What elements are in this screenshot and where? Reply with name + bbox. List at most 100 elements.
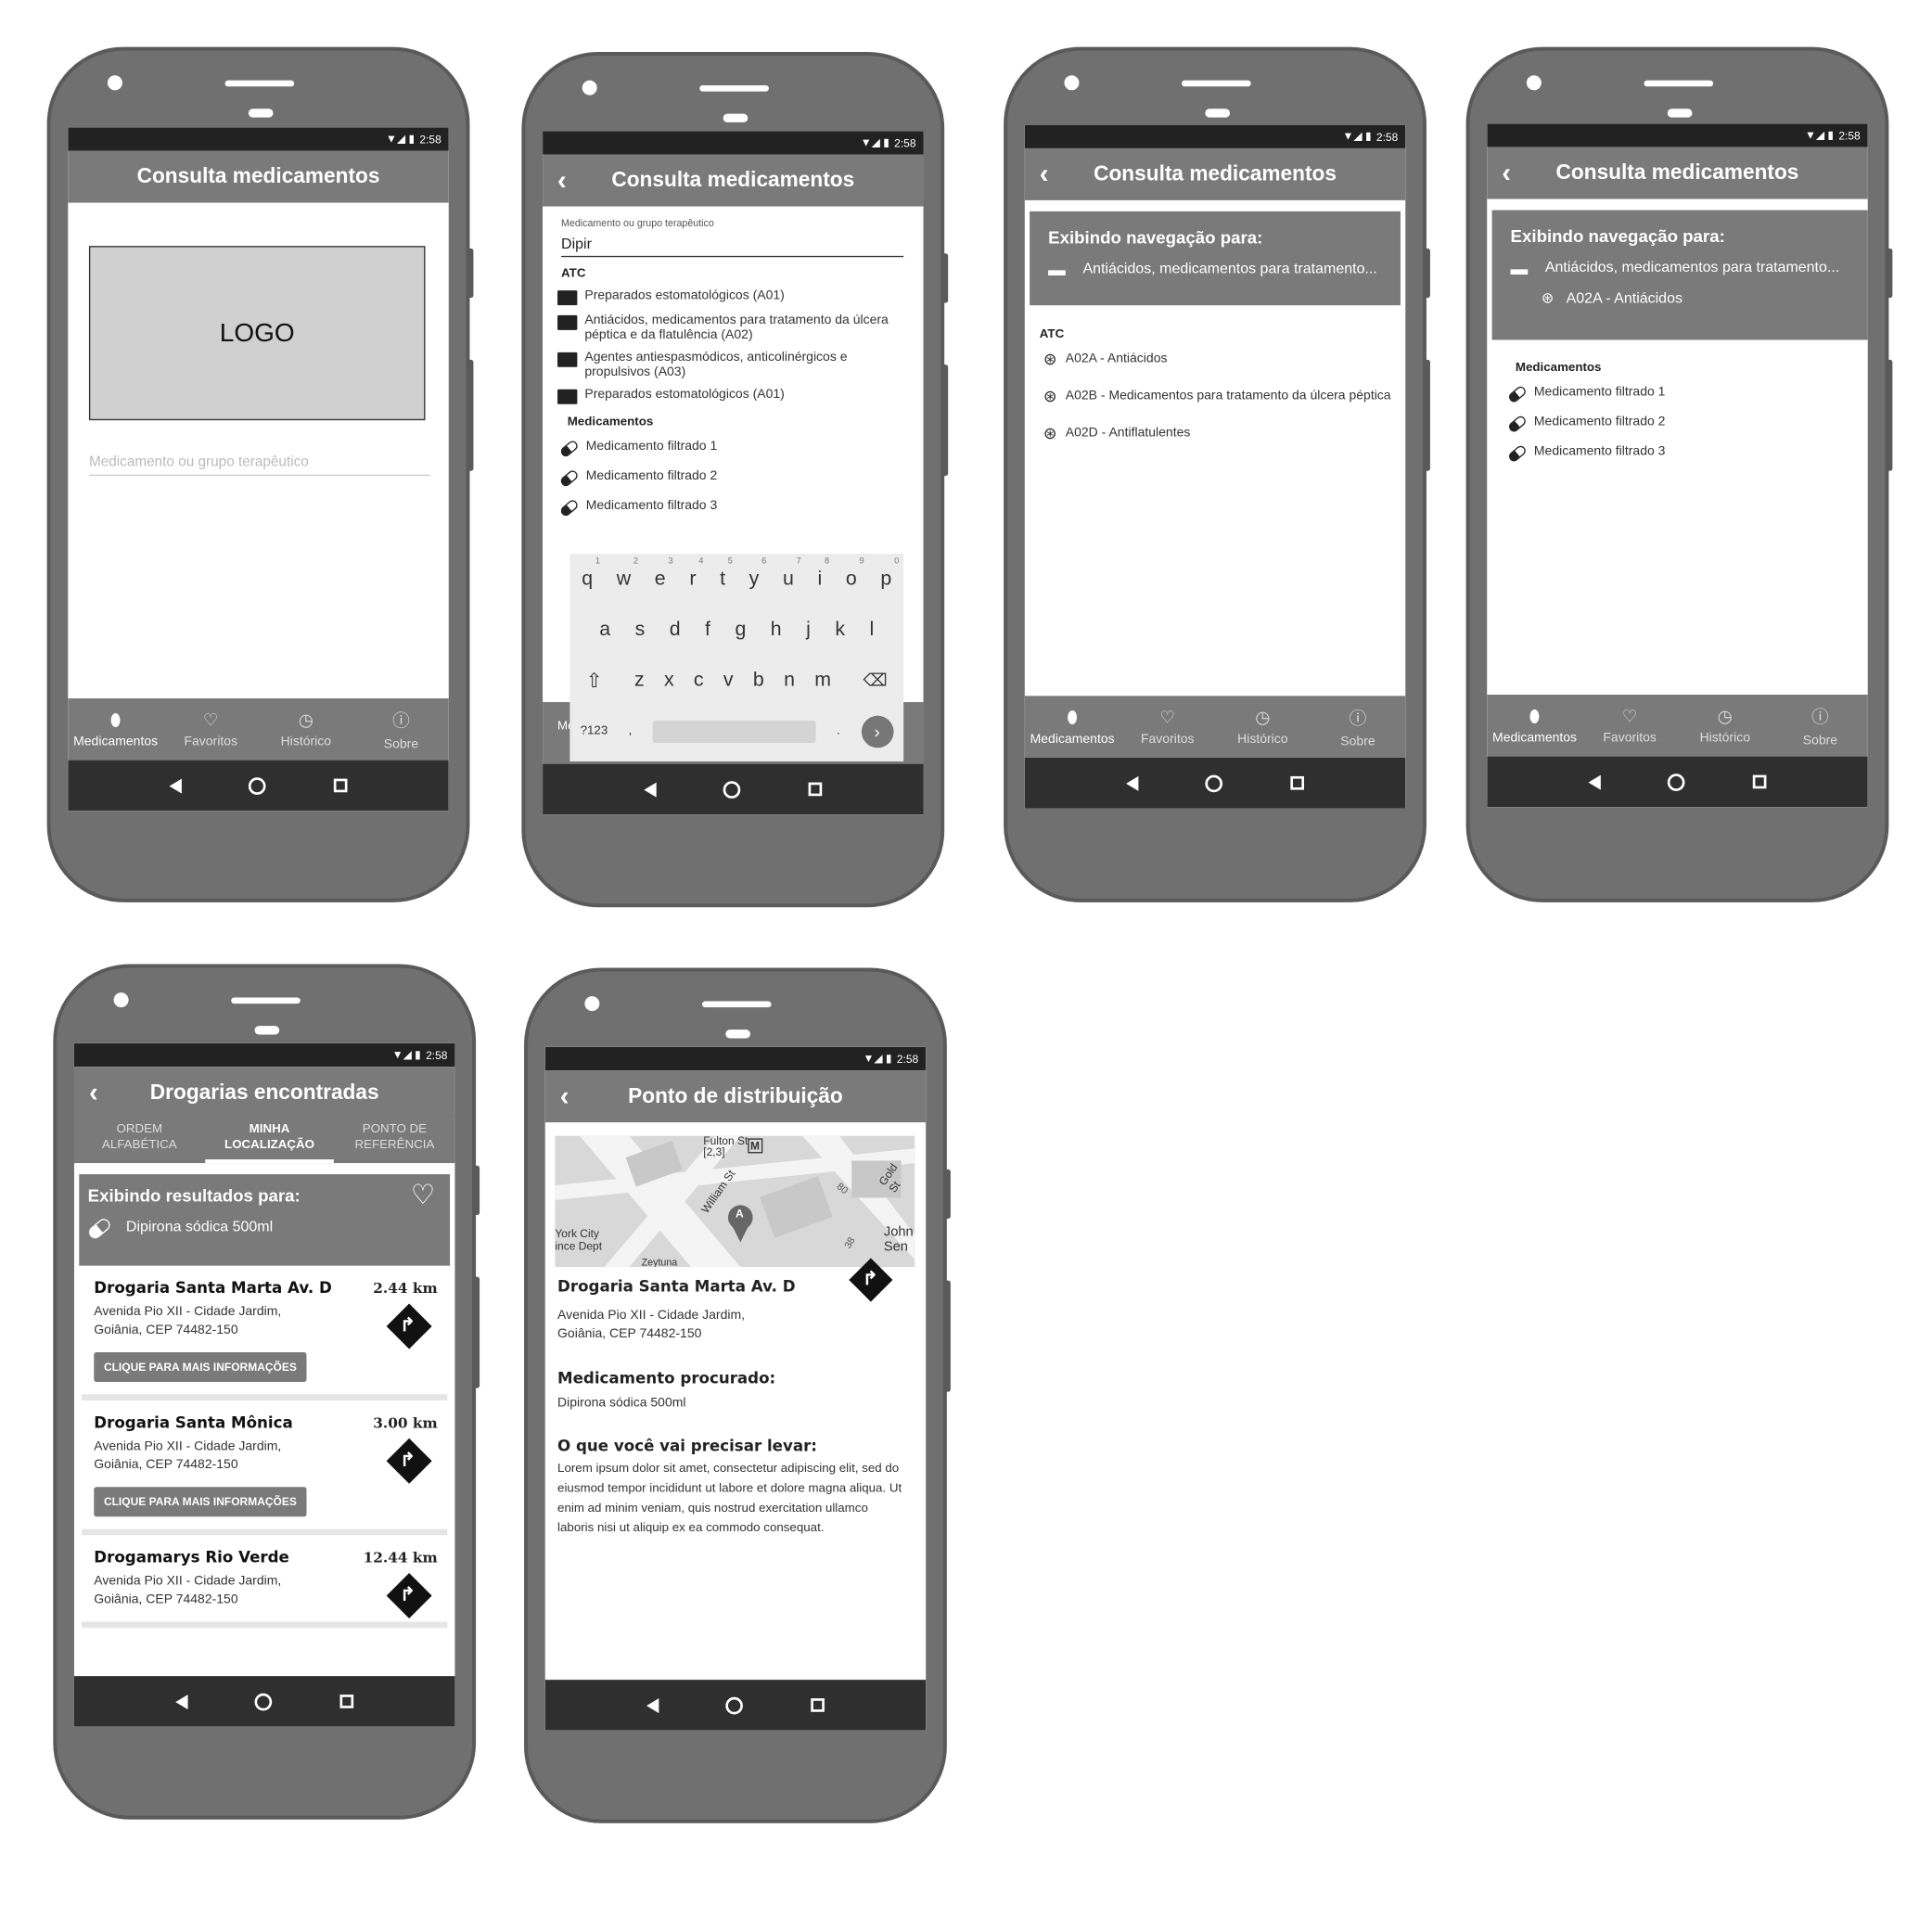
key-f[interactable]: f bbox=[705, 619, 710, 641]
shift-key[interactable]: ⇧ bbox=[586, 668, 603, 693]
key-i[interactable]: i8 bbox=[817, 556, 829, 590]
nav-folder[interactable]: ▬ Antiácidos, medicamentos para tratament… bbox=[1511, 259, 1868, 278]
recents-icon[interactable] bbox=[808, 782, 822, 797]
navigation-context: Exibindo navegação para: ▬ Antiácidos, me… bbox=[1030, 211, 1401, 306]
key-y[interactable]: y6 bbox=[749, 556, 767, 590]
map-view[interactable]: Fulton St [2,3] M William St 80 Gold St … bbox=[555, 1135, 915, 1268]
med-item[interactable]: Medicamento filtrado 1 bbox=[1506, 384, 1868, 404]
period-key[interactable]: . bbox=[837, 724, 840, 738]
key-w[interactable]: w2 bbox=[617, 556, 638, 590]
key-x[interactable]: x bbox=[664, 670, 674, 692]
atc-item[interactable]: Preparados estomatológicos (A01) bbox=[555, 288, 906, 306]
back-arrow-icon[interactable]: ‹ bbox=[89, 1077, 98, 1109]
key-q[interactable]: q1 bbox=[582, 556, 600, 590]
key-e[interactable]: e3 bbox=[655, 556, 673, 590]
back-arrow-icon[interactable]: ‹ bbox=[560, 1081, 569, 1113]
med-item[interactable]: Medicamento filtrado 3 bbox=[1506, 443, 1868, 464]
nav-label: Histórico bbox=[1237, 731, 1288, 747]
backspace-key[interactable]: ⌫ bbox=[864, 670, 888, 691]
nav-historico[interactable]: ◷ Histórico bbox=[1677, 695, 1772, 757]
nav-historico[interactable]: ◷ Histórico bbox=[259, 698, 354, 761]
home-icon[interactable] bbox=[255, 1693, 273, 1710]
more-info-button[interactable]: CLIQUE PARA MAIS INFORMAÇÕES bbox=[94, 1351, 307, 1382]
keyboard-letters: zxcvbnm bbox=[634, 670, 831, 692]
atc-item[interactable]: Preparados estomatológicos (A01) bbox=[555, 387, 906, 404]
nav-medicamentos[interactable]: ⬮ Medicamentos bbox=[1025, 696, 1120, 758]
nav-sobre[interactable]: ⓘ Sobre bbox=[353, 698, 449, 761]
atc-item[interactable]: Antiácidos, medicamentos para tratamento… bbox=[555, 313, 906, 342]
recents-icon[interactable] bbox=[333, 778, 348, 793]
med-item[interactable]: Medicamento filtrado 1 bbox=[558, 439, 906, 459]
atc-item-label: A02A - Antiácidos bbox=[1065, 351, 1168, 366]
back-icon[interactable] bbox=[644, 781, 657, 797]
home-icon[interactable] bbox=[723, 780, 741, 799]
nav-sobre[interactable]: ⓘ Sobre bbox=[1772, 695, 1868, 757]
atc-item[interactable]: ⊛ A02B - Medicamentos para tratamento da … bbox=[1042, 388, 1405, 403]
key-u[interactable]: u7 bbox=[783, 556, 801, 590]
atc-item[interactable]: ⊛ A02D - Antiflatulentes bbox=[1042, 425, 1405, 441]
nav-historico[interactable]: ◷ Histórico bbox=[1215, 696, 1311, 758]
search-input[interactable]: Medicamento ou grupo terapêutico bbox=[88, 454, 430, 477]
nav-favoritos[interactable]: ♡ Favoritos bbox=[1582, 695, 1678, 757]
med-item[interactable]: Medicamento filtrado 2 bbox=[558, 468, 906, 489]
key-d[interactable]: d bbox=[670, 619, 681, 641]
recents-icon[interactable] bbox=[1752, 774, 1767, 789]
key-n[interactable]: n bbox=[784, 670, 795, 692]
key-k[interactable]: k bbox=[835, 619, 845, 641]
home-icon[interactable] bbox=[249, 776, 267, 795]
recents-icon[interactable] bbox=[339, 1694, 353, 1708]
back-arrow-icon[interactable]: ‹ bbox=[557, 164, 567, 197]
atc-item[interactable]: Agentes antiespasmódicos, anticolinérgic… bbox=[555, 350, 906, 379]
key-a[interactable]: a bbox=[599, 619, 610, 641]
nav-sobre[interactable]: ⓘ Sobre bbox=[1311, 696, 1406, 758]
map-label: Fulton St [2,3] bbox=[703, 1135, 748, 1158]
more-info-button[interactable]: CLIQUE PARA MAIS INFORMAÇÕES bbox=[94, 1487, 307, 1517]
back-icon[interactable] bbox=[175, 1694, 188, 1709]
key-v[interactable]: v bbox=[723, 670, 734, 692]
key-t[interactable]: t5 bbox=[720, 556, 733, 590]
search-input[interactable]: Dipir bbox=[561, 229, 904, 258]
back-icon[interactable] bbox=[169, 777, 183, 793]
tab-my-location[interactable]: MINHA LOCALIZAÇÃO bbox=[204, 1114, 335, 1164]
key-g[interactable]: g bbox=[735, 619, 746, 641]
key-p[interactable]: p0 bbox=[880, 556, 899, 590]
nav-sub[interactable]: ⊛ A02A - Antiácidos bbox=[1542, 289, 1868, 307]
key-s[interactable]: s bbox=[635, 619, 646, 641]
nav-medicamentos[interactable]: ⬮ Medicamentos bbox=[68, 698, 163, 761]
key-c[interactable]: c bbox=[694, 670, 704, 692]
key-r[interactable]: r4 bbox=[689, 556, 703, 590]
key-b[interactable]: b bbox=[753, 670, 764, 692]
atc-heading: ATC bbox=[1039, 327, 1065, 341]
comma-key[interactable]: , bbox=[629, 724, 633, 738]
key-h[interactable]: h bbox=[771, 619, 782, 641]
key-z[interactable]: z bbox=[634, 670, 645, 692]
tab-reference-point[interactable]: PONTO DE REFERÊNCIA bbox=[334, 1114, 454, 1163]
enter-key[interactable]: › bbox=[861, 714, 893, 748]
back-icon[interactable] bbox=[646, 1697, 659, 1713]
back-icon[interactable] bbox=[1588, 774, 1602, 789]
key-m[interactable]: m bbox=[814, 670, 831, 692]
back-icon[interactable] bbox=[1126, 775, 1139, 791]
back-arrow-icon[interactable]: ‹ bbox=[1040, 159, 1049, 191]
nav-favoritos[interactable]: ♡ Favoritos bbox=[1120, 696, 1215, 758]
home-icon[interactable] bbox=[725, 1696, 744, 1714]
home-icon[interactable] bbox=[1668, 773, 1686, 791]
key-l[interactable]: l bbox=[869, 619, 874, 641]
med-item[interactable]: Medicamento filtrado 2 bbox=[1506, 414, 1868, 434]
recents-icon[interactable] bbox=[811, 1698, 825, 1712]
nav-favoritos[interactable]: ♡ Favoritos bbox=[163, 698, 259, 761]
heart-icon[interactable]: ♡ bbox=[411, 1179, 435, 1211]
key-o[interactable]: o9 bbox=[846, 556, 864, 590]
home-icon[interactable] bbox=[1206, 774, 1223, 792]
onscreen-keyboard: q1 w2 e3 r4 t5 y6 u7 i8 o9 p0 a s d f g h j k l ⇧ zxcvbnm… bbox=[569, 554, 904, 761]
key-j[interactable]: j bbox=[806, 619, 811, 641]
nav-medicamentos[interactable]: ⬮ Medicamentos bbox=[1487, 695, 1582, 757]
back-arrow-icon[interactable]: ‹ bbox=[1502, 157, 1511, 189]
nav-folder[interactable]: ▬ Antiácidos, medicamentos para tratament… bbox=[1048, 260, 1401, 279]
atc-item[interactable]: ⊛ A02A - Antiácidos bbox=[1042, 351, 1405, 366]
recents-icon[interactable] bbox=[1290, 775, 1304, 790]
tab-alphabetic[interactable]: ORDEM ALFABÉTICA bbox=[74, 1114, 205, 1163]
symbols-key[interactable]: ?123 bbox=[581, 724, 608, 738]
med-item[interactable]: Medicamento filtrado 3 bbox=[558, 498, 906, 518]
space-key[interactable] bbox=[652, 720, 816, 743]
